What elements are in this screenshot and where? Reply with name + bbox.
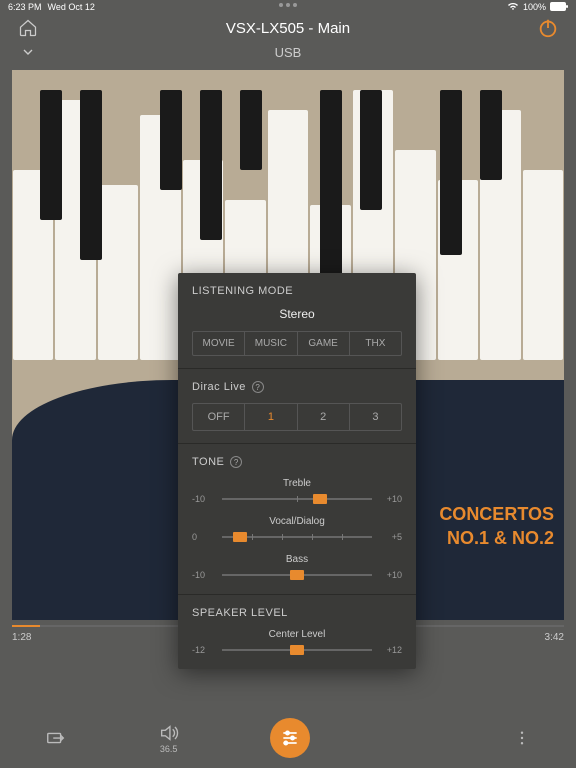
status-date: Wed Oct 12 bbox=[48, 2, 95, 12]
tone-section: TONE ? Treble -10 +10 Vocal/Dialog 0 bbox=[178, 444, 416, 595]
listening-mode-section: LISTENING MODE Stereo MOVIE MUSIC GAME T… bbox=[178, 273, 416, 369]
center-level-group: Center Level -12 +12 bbox=[192, 629, 402, 655]
elapsed-time: 1:28 bbox=[12, 632, 31, 643]
listening-mode-current: Stereo bbox=[192, 307, 402, 321]
center-level-label: Center Level bbox=[192, 629, 402, 640]
bass-min: -10 bbox=[192, 570, 214, 580]
audio-settings-panel: LISTENING MODE Stereo MOVIE MUSIC GAME T… bbox=[178, 273, 416, 669]
mode-tab-thx[interactable]: THX bbox=[350, 332, 401, 355]
chevron-down-icon[interactable] bbox=[16, 40, 40, 64]
dirac-off[interactable]: OFF bbox=[193, 404, 245, 430]
bass-max: +10 bbox=[380, 570, 402, 580]
vocal-slider-group: Vocal/Dialog 0 +5 bbox=[192, 516, 402, 542]
speaker-level-section: SPEAKER LEVEL Center Level -12 +12 bbox=[178, 595, 416, 669]
dirac-live-section: Dirac Live ? OFF 1 2 3 bbox=[178, 369, 416, 444]
multitask-dots bbox=[279, 3, 297, 7]
help-icon[interactable]: ? bbox=[230, 456, 242, 468]
tone-title: TONE bbox=[192, 456, 224, 468]
treble-slider[interactable] bbox=[222, 498, 372, 500]
listening-mode-tabs: MOVIE MUSIC GAME THX bbox=[192, 331, 402, 356]
bottom-toolbar: 36.5 bbox=[0, 708, 576, 768]
treble-slider-group: Treble -10 +10 bbox=[192, 478, 402, 504]
center-max: +12 bbox=[380, 645, 402, 655]
dirac-title: Dirac Live bbox=[192, 381, 246, 393]
mode-tab-movie[interactable]: MOVIE bbox=[193, 332, 245, 355]
more-icon[interactable] bbox=[513, 729, 531, 747]
power-icon[interactable] bbox=[536, 16, 560, 40]
input-select-button[interactable] bbox=[45, 727, 67, 749]
bass-label: Bass bbox=[192, 554, 402, 565]
home-icon[interactable] bbox=[16, 16, 40, 40]
center-min: -12 bbox=[192, 645, 214, 655]
volume-button[interactable]: 36.5 bbox=[158, 722, 180, 754]
equalizer-button[interactable] bbox=[270, 718, 310, 758]
vocal-max: +5 bbox=[380, 532, 402, 542]
dirac-tabs: OFF 1 2 3 bbox=[192, 403, 402, 431]
source-label: USB bbox=[275, 45, 302, 60]
status-bar: 6:23 PM Wed Oct 12 100% bbox=[0, 0, 576, 14]
dirac-2[interactable]: 2 bbox=[298, 404, 350, 430]
treble-label: Treble bbox=[192, 478, 402, 489]
device-title: VSX-LX505 - Main bbox=[226, 20, 350, 37]
volume-value: 36.5 bbox=[160, 744, 178, 754]
album-title-text: CONCERTOS NO.1 & NO.2 bbox=[439, 503, 554, 550]
center-level-slider[interactable] bbox=[222, 649, 372, 651]
battery-icon bbox=[550, 2, 568, 13]
vocal-label: Vocal/Dialog bbox=[192, 516, 402, 527]
vocal-slider[interactable] bbox=[222, 536, 372, 538]
mode-tab-game[interactable]: GAME bbox=[298, 332, 350, 355]
battery-percent: 100% bbox=[523, 2, 546, 12]
dirac-3[interactable]: 3 bbox=[350, 404, 401, 430]
speaker-level-title: SPEAKER LEVEL bbox=[192, 607, 402, 619]
status-time: 6:23 PM bbox=[8, 2, 42, 12]
total-time: 3:42 bbox=[545, 632, 564, 643]
bass-slider-group: Bass -10 +10 bbox=[192, 554, 402, 580]
dirac-1[interactable]: 1 bbox=[245, 404, 297, 430]
help-icon[interactable]: ? bbox=[252, 381, 264, 393]
vocal-min: 0 bbox=[192, 532, 214, 542]
listening-mode-title: LISTENING MODE bbox=[192, 285, 402, 297]
wifi-icon bbox=[507, 2, 519, 13]
bass-slider[interactable] bbox=[222, 574, 372, 576]
treble-min: -10 bbox=[192, 494, 214, 504]
treble-max: +10 bbox=[380, 494, 402, 504]
mode-tab-music[interactable]: MUSIC bbox=[245, 332, 297, 355]
app-header: VSX-LX505 - Main USB bbox=[0, 14, 576, 64]
